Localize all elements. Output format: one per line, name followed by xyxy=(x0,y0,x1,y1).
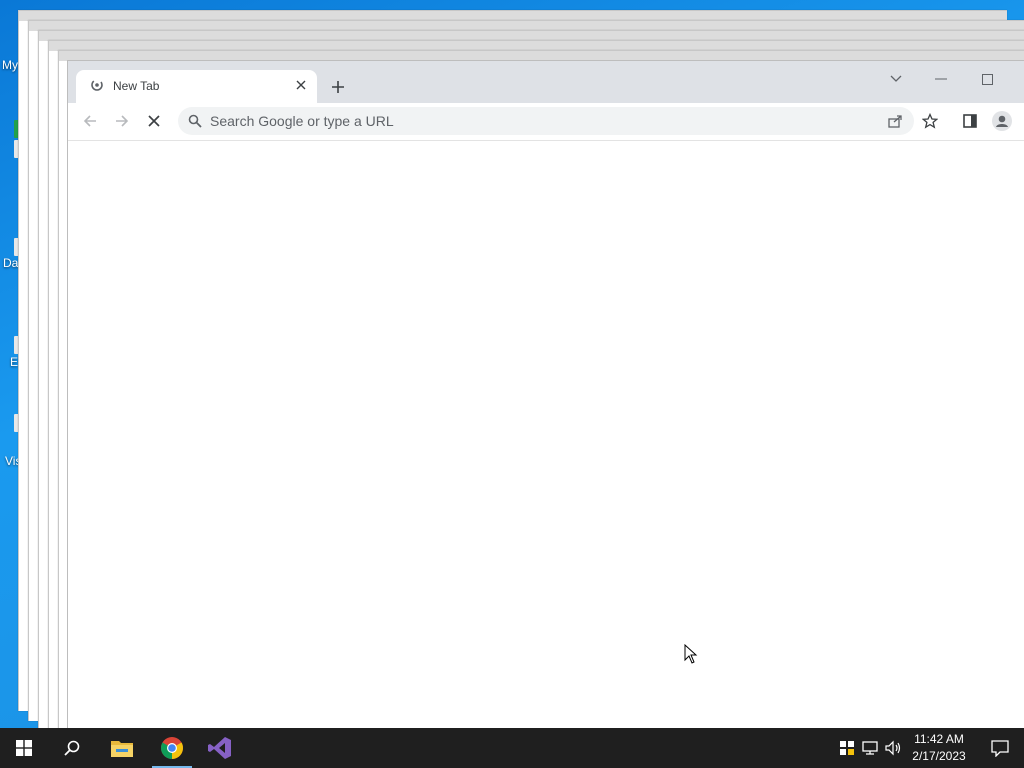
clock-time: 11:42 AM xyxy=(914,732,964,746)
chrome-icon[interactable] xyxy=(148,728,196,768)
share-icon[interactable] xyxy=(888,114,904,133)
action-center-icon[interactable] xyxy=(976,728,1024,768)
clock-date: 2/17/2023 xyxy=(912,749,966,763)
search-icon xyxy=(188,114,202,128)
back-arrow-icon[interactable] xyxy=(78,109,102,133)
bookmark-star-icon[interactable] xyxy=(918,109,942,133)
windows-start-icon[interactable] xyxy=(0,728,48,768)
loading-icon xyxy=(90,78,104,92)
tab-title: New Tab xyxy=(113,79,160,93)
system-clock[interactable]: 11:42 AM 2/17/2023 xyxy=(905,731,973,765)
desktop-icon-label[interactable]: E xyxy=(10,355,18,369)
page-content[interactable] xyxy=(68,141,1024,728)
file-explorer-icon[interactable] xyxy=(98,728,146,768)
desktop-icon-label[interactable]: My xyxy=(2,58,18,72)
forward-arrow-icon[interactable] xyxy=(110,109,134,133)
security-icon[interactable] xyxy=(838,739,856,757)
maximize-icon[interactable] xyxy=(973,67,1001,91)
browser-window: New Tab xyxy=(67,60,1024,728)
desktop: My Da E Vis New Tab xyxy=(0,0,1024,728)
desktop-icon-label[interactable]: Da xyxy=(3,256,18,270)
stop-loading-icon[interactable] xyxy=(142,109,166,133)
taskbar: 11:42 AM 2/17/2023 xyxy=(0,728,1024,768)
volume-icon[interactable] xyxy=(885,739,903,757)
profile-icon[interactable] xyxy=(990,109,1014,133)
address-input[interactable] xyxy=(210,107,810,135)
search-icon[interactable] xyxy=(48,728,96,768)
tab-search-icon[interactable] xyxy=(882,67,910,91)
close-tab-icon[interactable] xyxy=(293,77,309,93)
toolbar xyxy=(68,103,1024,141)
tab-new-tab[interactable]: New Tab xyxy=(76,70,317,103)
network-icon[interactable] xyxy=(862,739,880,757)
mouse-cursor-icon xyxy=(684,643,698,664)
new-tab-button[interactable] xyxy=(327,76,349,98)
visual-studio-icon[interactable] xyxy=(196,728,244,768)
side-panel-icon[interactable] xyxy=(958,109,982,133)
tab-strip: New Tab xyxy=(68,61,1024,103)
omnibox[interactable] xyxy=(178,107,914,135)
minimize-icon[interactable] xyxy=(927,67,955,91)
